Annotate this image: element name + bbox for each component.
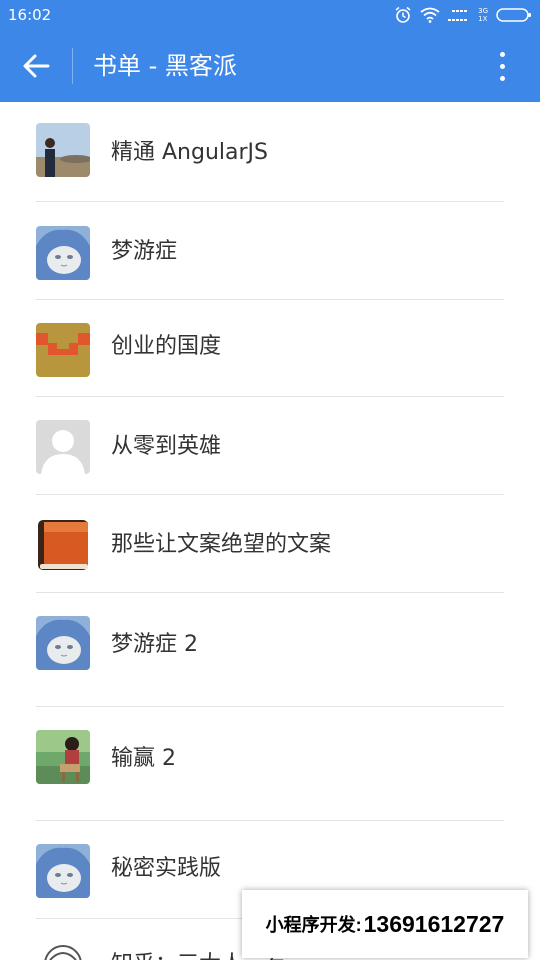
book-title: 那些让文案绝望的文案 <box>111 532 332 557</box>
alarm-icon <box>395 6 411 23</box>
book-item[interactable]: 创业的国度 <box>0 299 540 397</box>
book-cover-outline-sketch <box>36 940 90 960</box>
network-type: 3G 1X <box>478 7 488 23</box>
book-title: 从零到英雄 <box>111 434 222 459</box>
book-item[interactable]: 那些让文案绝望的文案 <box>0 494 540 593</box>
page-title: 书单 - 黑客派 <box>93 52 237 80</box>
book-cover-photo-woman-sitting <box>36 730 90 784</box>
app-bar: 书单 - 黑客派 <box>0 30 540 102</box>
more-vertical-icon <box>499 51 505 81</box>
book-cover-cat-in-hood <box>36 844 90 898</box>
app-bar-divider <box>72 48 73 84</box>
book-item[interactable]: 精通 AngularJS <box>0 102 540 202</box>
book-cover-pixel-crown <box>36 323 90 377</box>
back-button[interactable] <box>18 48 54 84</box>
status-bar: 16:02 3G 1X <box>0 0 540 30</box>
book-item[interactable]: 输赢 2 <box>0 706 540 821</box>
book-title: 创业的国度 <box>111 334 222 359</box>
book-cover-photo-man-outdoors <box>36 123 90 177</box>
book-cover-cat-in-hood <box>36 616 90 670</box>
watermark-prefix: 小程序开发: <box>265 915 362 935</box>
book-title: 梦游症 <box>111 239 178 264</box>
more-options-button[interactable] <box>486 48 518 84</box>
book-title: 精通 AngularJS <box>111 140 268 165</box>
network-type-1x: 1X <box>478 15 488 23</box>
book-cover-default-user <box>36 420 90 474</box>
book-title: 秘密实践版 <box>111 856 222 881</box>
book-item[interactable]: 梦游症 <box>0 201 540 300</box>
arrow-left-icon <box>23 54 50 78</box>
watermark-banner: 小程序开发: 13691612727 <box>242 890 528 958</box>
watermark-phone: 13691612727 <box>363 910 505 937</box>
status-icons: 3G 1X <box>394 6 532 24</box>
network-type-3g: 3G <box>478 7 488 15</box>
book-item[interactable]: 梦游症 2 <box>0 592 540 707</box>
status-time: 16:02 <box>8 6 52 24</box>
book-item[interactable]: 从零到英雄 <box>0 396 540 495</box>
book-title: 输赢 2 <box>111 746 176 771</box>
book-title: 梦游症 2 <box>111 632 198 657</box>
book-cover-cat-in-hood <box>36 226 90 280</box>
wifi-icon <box>420 7 440 23</box>
signal-icon <box>448 10 468 21</box>
book-cover-orange-book <box>36 518 90 572</box>
battery-icon <box>496 8 531 22</box>
